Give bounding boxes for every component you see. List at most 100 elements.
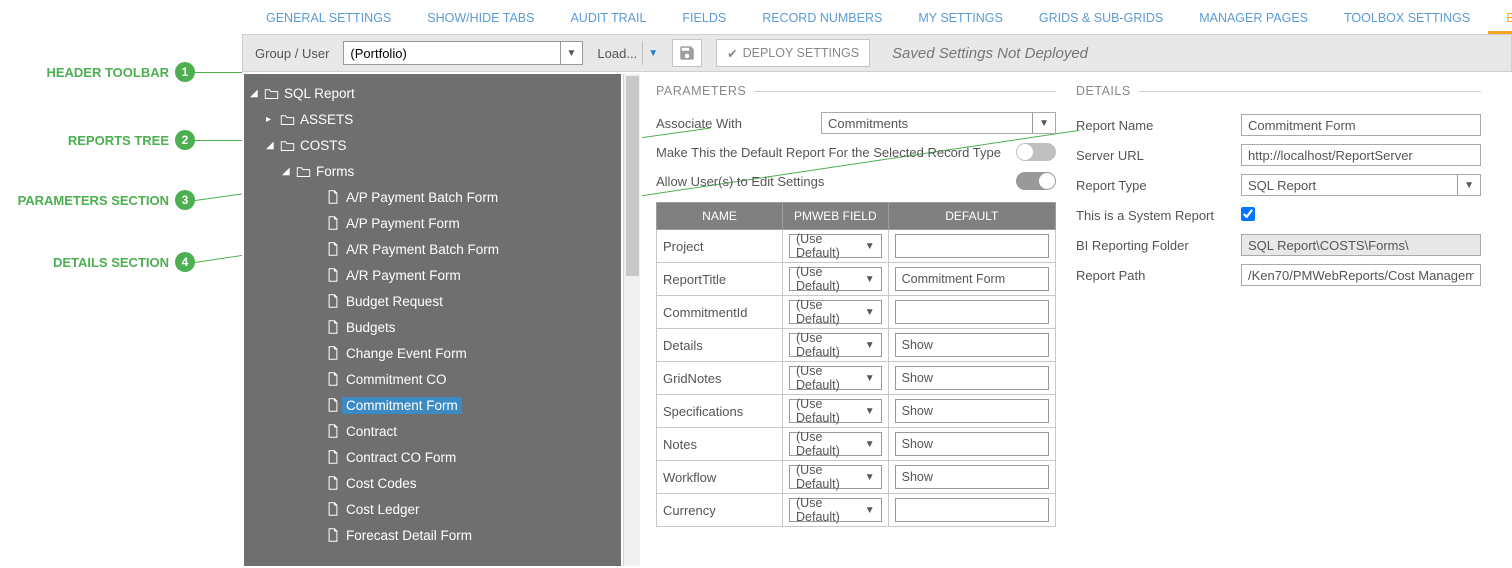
param-field-select[interactable]: (Use Default)▼	[789, 267, 882, 291]
callout-2-badge: 2	[175, 130, 195, 150]
tab-audit-trail[interactable]: AUDIT TRAIL	[552, 3, 664, 31]
tree-node-contract[interactable]: Contract	[244, 418, 621, 444]
allow-edit-toggle[interactable]	[1016, 172, 1056, 190]
annotation-callouts: HEADER TOOLBAR 1 REPORTS TREE 2 PARAMETE…	[0, 0, 240, 568]
detail-input[interactable]	[1241, 264, 1481, 286]
param-field-select[interactable]: (Use Default)▼	[789, 333, 882, 357]
tab-record-numbers[interactable]: RECORD NUMBERS	[744, 3, 900, 31]
callout-2-text: REPORTS TREE	[68, 133, 169, 148]
param-name: Workflow	[657, 461, 783, 494]
tree-node-budgets[interactable]: Budgets	[244, 314, 621, 340]
details-panel: DETAILS Report NameServer URLReport Type…	[1076, 84, 1481, 568]
param-row: Specifications(Use Default)▼	[657, 395, 1056, 428]
associate-with-select[interactable]: Commitments ▼	[821, 112, 1056, 134]
detail-select[interactable]: SQL Report▼	[1241, 174, 1481, 196]
param-default-input[interactable]	[895, 498, 1049, 522]
reports-tree: ◢SQL Report▸ASSETS◢COSTS◢FormsA/P Paymen…	[244, 74, 621, 566]
document-icon	[324, 190, 342, 204]
group-user-select[interactable]: (Portfolio) ▼	[343, 41, 583, 65]
save-button[interactable]	[672, 39, 702, 67]
tree-node-label: A/R Payment Batch Form	[342, 242, 499, 257]
tree-node-forms[interactable]: ◢Forms	[244, 158, 621, 184]
scrollbar-thumb[interactable]	[626, 76, 639, 276]
tree-node-label: Forecast Detail Form	[342, 528, 472, 543]
param-field-select[interactable]: (Use Default)▼	[789, 399, 882, 423]
param-default-input[interactable]	[895, 300, 1049, 324]
deploy-settings-button[interactable]: ✔ DEPLOY SETTINGS	[716, 39, 870, 67]
tab-my-settings[interactable]: MY SETTINGS	[900, 3, 1021, 31]
dropdown-arrow-icon: ▼	[865, 505, 875, 516]
param-default-input[interactable]	[895, 333, 1049, 357]
detail-label: Server URL	[1076, 148, 1241, 163]
param-default-input[interactable]	[895, 234, 1049, 258]
document-icon	[324, 242, 342, 256]
document-icon	[324, 372, 342, 386]
document-icon	[324, 424, 342, 438]
tree-scrollbar[interactable]	[623, 74, 640, 566]
param-row: CommitmentId(Use Default)▼	[657, 296, 1056, 329]
tab-fields[interactable]: FIELDS	[664, 3, 744, 31]
parameters-header: PARAMETERS	[656, 84, 1056, 98]
detail-row: This is a System Report	[1076, 200, 1481, 230]
floppy-disk-icon	[678, 44, 696, 62]
tree-node-contract-co-form[interactable]: Contract CO Form	[244, 444, 621, 470]
tree-node-a-p-payment-form[interactable]: A/P Payment Form	[244, 210, 621, 236]
tree-node-change-event-form[interactable]: Change Event Form	[244, 340, 621, 366]
param-field-select[interactable]: (Use Default)▼	[789, 432, 882, 456]
tree-node-label: Budgets	[342, 320, 396, 335]
tab-toolbox-settings[interactable]: TOOLBOX SETTINGS	[1326, 3, 1488, 31]
callout-4-text: DETAILS SECTION	[53, 255, 169, 270]
tab-general-settings[interactable]: GENERAL SETTINGS	[248, 3, 409, 31]
dropdown-arrow-icon: ▼	[865, 307, 875, 318]
detail-input[interactable]	[1241, 114, 1481, 136]
callout-1-text: HEADER TOOLBAR	[46, 65, 169, 80]
tree-node-forecast-detail-form[interactable]: Forecast Detail Form	[244, 522, 621, 548]
tree-node-budget-request[interactable]: Budget Request	[244, 288, 621, 314]
tree-root[interactable]: ◢SQL Report	[244, 80, 621, 106]
param-field-select[interactable]: (Use Default)▼	[789, 300, 882, 324]
document-icon	[324, 294, 342, 308]
param-field-select[interactable]: (Use Default)▼	[789, 366, 882, 390]
param-row: Notes(Use Default)▼	[657, 428, 1056, 461]
param-default-input[interactable]	[895, 465, 1049, 489]
param-default-input[interactable]	[895, 432, 1049, 456]
tree-node-a-r-payment-form[interactable]: A/R Payment Form	[244, 262, 621, 288]
param-default-input[interactable]	[895, 267, 1049, 291]
param-col-default: DEFAULT	[888, 203, 1055, 230]
param-name: CommitmentId	[657, 296, 783, 329]
detail-readonly	[1241, 234, 1481, 256]
tree-node-commitment-form[interactable]: Commitment Form	[244, 392, 621, 418]
param-default-input[interactable]	[895, 399, 1049, 423]
tab-grids-sub-grids[interactable]: GRIDS & SUB-GRIDS	[1021, 3, 1181, 31]
tree-node-costs[interactable]: ◢COSTS	[244, 132, 621, 158]
param-field-select[interactable]: (Use Default)▼	[789, 234, 882, 258]
tree-node-label: Contract CO Form	[342, 450, 456, 465]
document-icon	[324, 346, 342, 360]
callout-4-badge: 4	[175, 252, 195, 272]
callout-3-badge: 3	[175, 190, 195, 210]
tree-node-commitment-co[interactable]: Commitment CO	[244, 366, 621, 392]
tree-node-label: Budget Request	[342, 294, 443, 309]
tab-bi-reporting[interactable]: BI REPORTING	[1488, 3, 1512, 34]
param-default-input[interactable]	[895, 366, 1049, 390]
tree-node-cost-ledger[interactable]: Cost Ledger	[244, 496, 621, 522]
dropdown-arrow-icon: ▼	[865, 406, 875, 417]
tree-node-cost-codes[interactable]: Cost Codes	[244, 470, 621, 496]
tree-node-a-p-payment-batch-form[interactable]: A/P Payment Batch Form	[244, 184, 621, 210]
document-icon	[324, 476, 342, 490]
tree-node-a-r-payment-batch-form[interactable]: A/R Payment Batch Form	[244, 236, 621, 262]
param-field-select[interactable]: (Use Default)▼	[789, 498, 882, 522]
tree-node-label: Contract	[342, 424, 397, 439]
tab-manager-pages[interactable]: MANAGER PAGES	[1181, 3, 1326, 31]
load-button[interactable]: Load... ▼	[597, 41, 658, 65]
tree-node-assets[interactable]: ▸ASSETS	[244, 106, 621, 132]
detail-input[interactable]	[1241, 144, 1481, 166]
dropdown-arrow-icon: ▼	[865, 472, 875, 483]
param-row: Currency(Use Default)▼	[657, 494, 1056, 527]
dropdown-arrow-icon: ▼	[865, 439, 875, 450]
detail-checkbox[interactable]	[1241, 207, 1255, 221]
param-col-pmweb-field: PMWEB FIELD	[783, 203, 889, 230]
tab-show-hide-tabs[interactable]: SHOW/HIDE TABS	[409, 3, 552, 31]
param-field-select[interactable]: (Use Default)▼	[789, 465, 882, 489]
default-report-toggle[interactable]	[1016, 143, 1056, 161]
